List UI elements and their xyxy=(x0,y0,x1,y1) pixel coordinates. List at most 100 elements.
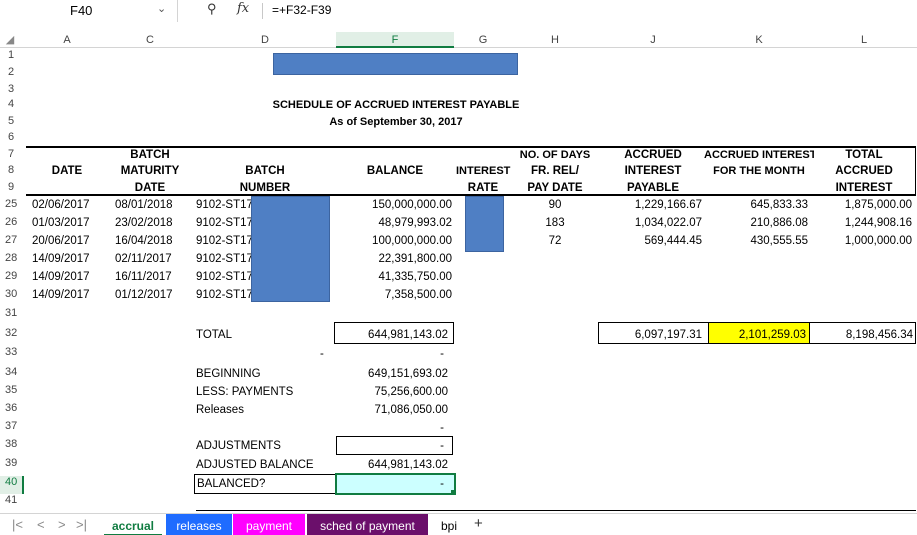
formula-input[interactable]: =+F32-F39 xyxy=(272,3,331,17)
header-total-2: ACCRUED xyxy=(835,165,893,177)
column-header-g[interactable]: G xyxy=(456,32,510,48)
chevron-down-icon[interactable]: ⌄ xyxy=(157,2,166,15)
cell-accrued[interactable]: 569,444.45 xyxy=(600,234,702,248)
cell-month[interactable]: 210,886.08 xyxy=(708,216,808,230)
header-batch-1: BATCH xyxy=(245,165,285,177)
cell-total[interactable]: 1,875,000.00 xyxy=(812,198,912,212)
cell-batch[interactable]: 9102-ST17 xyxy=(196,288,253,302)
adjustments-value[interactable]: - xyxy=(336,439,444,453)
last-sheet-icon[interactable]: >| xyxy=(76,517,87,532)
cell-balance[interactable]: 48,979,993.02 xyxy=(336,216,452,230)
tab-accrual[interactable]: accrual xyxy=(104,514,162,535)
column-header-a[interactable]: A xyxy=(28,32,106,48)
cell-maturity[interactable]: 23/02/2018 xyxy=(115,216,173,230)
fill-handle[interactable] xyxy=(451,490,456,495)
row-header-selected[interactable]: 40 xyxy=(0,476,24,494)
cell-maturity[interactable]: 16/11/2017 xyxy=(115,270,172,284)
row-header[interactable]: 4 xyxy=(0,98,24,110)
cell-balance[interactable]: 41,335,750.00 xyxy=(336,270,452,284)
cell-balance[interactable]: 22,391,800.00 xyxy=(336,252,452,266)
cell-maturity[interactable]: 01/12/2017 xyxy=(115,288,173,302)
cell-date[interactable]: 01/03/2017 xyxy=(32,216,90,230)
row-header[interactable]: 37 xyxy=(0,420,24,432)
releases-value[interactable]: 71,086,050.00 xyxy=(336,403,448,417)
cell-balance[interactable]: 150,000,000.00 xyxy=(336,198,452,212)
column-header-c[interactable]: C xyxy=(110,32,190,48)
adjusted-value[interactable]: 644,981,143.02 xyxy=(336,458,448,472)
row-header[interactable]: 25 xyxy=(0,198,24,210)
column-header-d[interactable]: D xyxy=(196,32,334,48)
cell-date[interactable]: 20/06/2017 xyxy=(32,234,90,248)
name-box[interactable]: F40 ⌄ xyxy=(0,0,178,22)
cell-batch[interactable]: 9102-ST17 xyxy=(196,234,253,248)
cell-maturity[interactable]: 02/11/2017 xyxy=(115,252,172,266)
column-header-f[interactable]: F xyxy=(336,32,454,48)
cell-batch[interactable]: 9102-ST17 xyxy=(196,216,253,230)
cell-month[interactable]: 645,833.33 xyxy=(708,198,808,212)
cell-month[interactable]: 430,555.55 xyxy=(708,234,808,248)
cell-batch[interactable]: 9102-ST17 xyxy=(196,252,253,266)
row-header[interactable]: 3 xyxy=(0,83,24,95)
cell-days[interactable]: 72 xyxy=(512,234,598,248)
tab-releases[interactable]: releases xyxy=(166,514,232,535)
row-header[interactable]: 5 xyxy=(0,115,24,127)
row-header[interactable]: 30 xyxy=(0,288,24,300)
cell-accrued[interactable]: 1,229,166.67 xyxy=(600,198,702,212)
cell-date[interactable]: 14/09/2017 xyxy=(32,252,90,266)
row-header[interactable]: 39 xyxy=(0,457,24,469)
cell-days[interactable]: 183 xyxy=(512,216,598,230)
column-header-j[interactable]: J xyxy=(600,32,706,48)
add-sheet-icon[interactable]: + xyxy=(474,515,483,532)
total-accrued[interactable]: 6,097,197.31 xyxy=(600,328,702,342)
cell-balance[interactable]: 7,358,500.00 xyxy=(336,288,452,302)
row-header[interactable]: 29 xyxy=(0,270,24,282)
cell-batch[interactable]: 9102-ST17 xyxy=(196,270,253,284)
previous-sheet-icon[interactable]: < xyxy=(37,517,45,532)
cell-date[interactable]: 14/09/2017 xyxy=(32,270,90,284)
column-header-l[interactable]: L xyxy=(812,32,916,48)
insert-function-icon[interactable]: fx xyxy=(237,1,249,16)
tab-bpi[interactable]: bpi xyxy=(432,514,466,535)
zoom-icon[interactable]: ⚲ xyxy=(207,1,217,17)
next-sheet-icon[interactable]: > xyxy=(58,517,66,532)
row-header[interactable]: 31 xyxy=(0,307,24,319)
row-header[interactable]: 33 xyxy=(0,346,24,358)
cell-maturity[interactable]: 16/04/2018 xyxy=(115,234,173,248)
row-header[interactable]: 32 xyxy=(0,327,24,339)
cell-accrued[interactable]: 1,034,022.07 xyxy=(600,216,702,230)
row-header[interactable]: 38 xyxy=(0,438,24,450)
row-header[interactable]: 41 xyxy=(0,494,24,506)
cell-maturity[interactable]: 08/01/2018 xyxy=(115,198,173,212)
total-balance[interactable]: 644,981,143.02 xyxy=(336,328,448,342)
cell-date[interactable]: 02/06/2017 xyxy=(32,198,90,212)
row-header[interactable]: 26 xyxy=(0,216,24,228)
select-all-icon[interactable]: ◢ xyxy=(4,32,16,48)
row-header[interactable]: 35 xyxy=(0,384,24,396)
row-header[interactable]: 6 xyxy=(0,131,24,143)
tab-payment[interactable]: payment xyxy=(233,514,305,535)
payments-value[interactable]: 75,256,600.00 xyxy=(336,385,448,399)
row-header[interactable]: 2 xyxy=(0,66,24,78)
header-rate-2: RATE xyxy=(467,182,499,194)
total-total[interactable]: 8,198,456.34 xyxy=(812,328,913,342)
cell-total[interactable]: 1,244,908.16 xyxy=(812,216,912,230)
cell-balance[interactable]: 100,000,000.00 xyxy=(336,234,452,248)
row-header[interactable]: 9 xyxy=(0,181,24,193)
row-header[interactable]: 34 xyxy=(0,366,24,378)
column-header-h[interactable]: H xyxy=(512,32,598,48)
cell-date[interactable]: 14/09/2017 xyxy=(32,288,90,302)
tab-sched-of-payment[interactable]: sched of payment xyxy=(307,514,428,535)
first-sheet-icon[interactable]: |< xyxy=(12,517,23,532)
row-header[interactable]: 8 xyxy=(0,164,24,176)
cell-days[interactable]: 90 xyxy=(512,198,598,212)
row-header[interactable]: 1 xyxy=(0,49,24,61)
row-header[interactable]: 28 xyxy=(0,252,24,264)
row-header[interactable]: 36 xyxy=(0,402,24,414)
cell-total[interactable]: 1,000,000.00 xyxy=(812,234,912,248)
cell-batch[interactable]: 9102-ST17 xyxy=(196,198,253,212)
row-header[interactable]: 27 xyxy=(0,234,24,246)
total-month[interactable]: 2,101,259.03 xyxy=(708,328,806,342)
beginning-value[interactable]: 649,151,693.02 xyxy=(336,367,448,381)
row-header[interactable]: 7 xyxy=(0,148,24,160)
column-header-k[interactable]: K xyxy=(708,32,810,48)
